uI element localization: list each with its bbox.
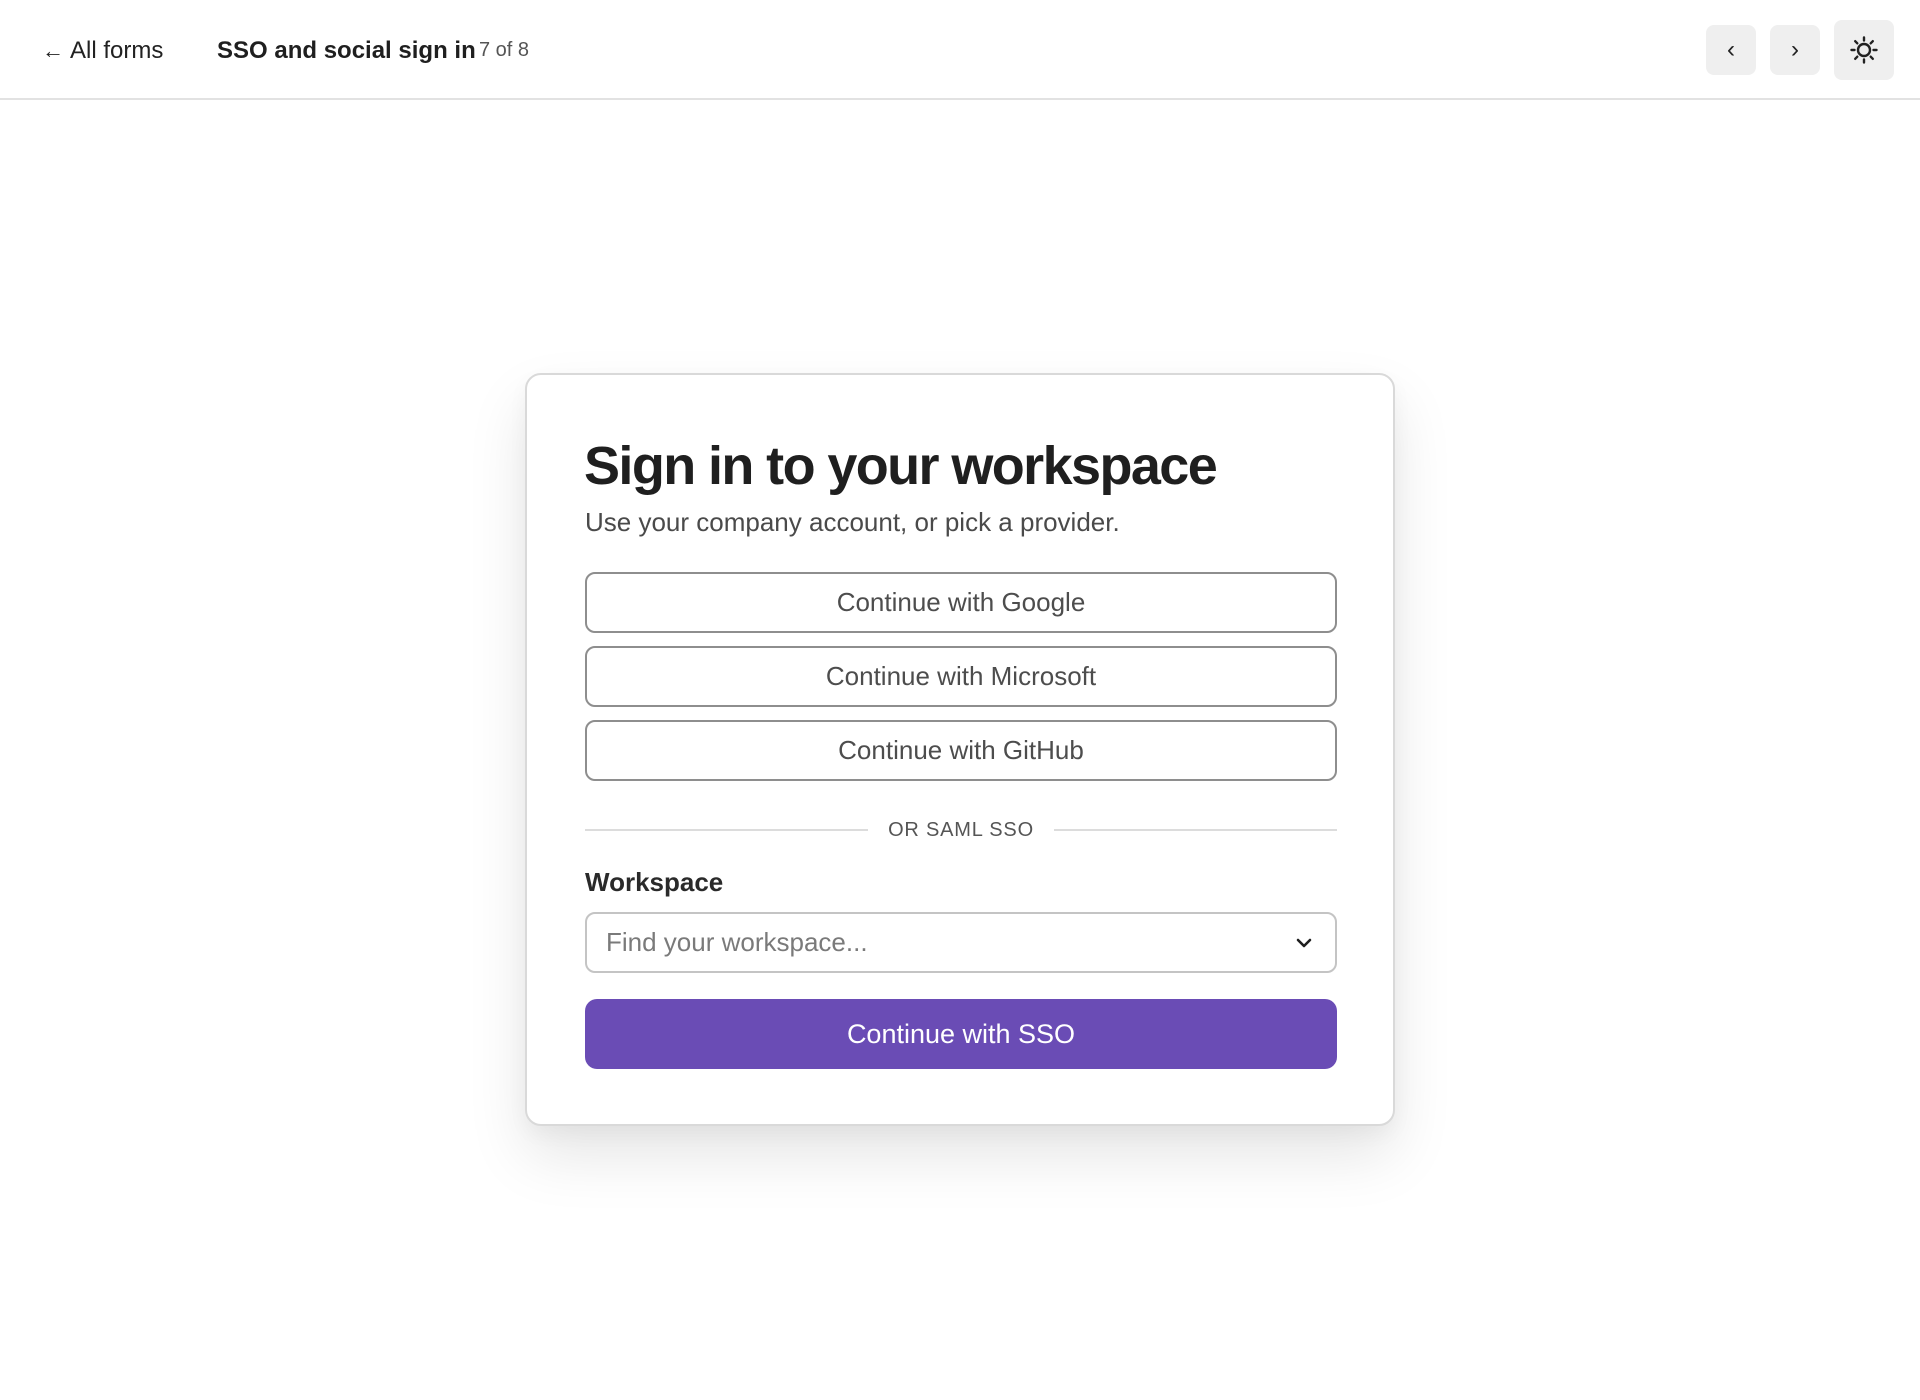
top-bar: ← All forms SSO and social sign in 7 of … (0, 0, 1920, 100)
workspace-input[interactable] (587, 914, 1335, 971)
form-title: SSO and social sign in (217, 37, 476, 64)
continue-with-google-button[interactable]: Continue with Google (585, 572, 1337, 633)
sun-icon (1850, 36, 1878, 64)
back-to-all-forms-link[interactable]: ← All forms (42, 36, 163, 66)
divider-label: OR SAML SSO (888, 818, 1034, 841)
workspace-label: Workspace (585, 867, 724, 897)
divider-line-left (585, 829, 869, 831)
chevron-left-icon: ‹ (1727, 36, 1735, 63)
continue-with-microsoft-button[interactable]: Continue with Microsoft (585, 646, 1337, 707)
or-saml-divider: OR SAML SSO (585, 815, 1337, 845)
back-link-label: All forms (70, 37, 164, 64)
divider-line-right (1053, 829, 1337, 831)
workspace-select[interactable] (585, 912, 1337, 973)
form-counter: 7 of 8 (479, 39, 530, 61)
continue-with-github-button[interactable]: Continue with GitHub (585, 720, 1337, 781)
next-form-button[interactable]: › (1770, 25, 1820, 75)
chevron-right-icon: › (1791, 36, 1799, 63)
card-subtitle: Use your company account, or pick a prov… (585, 507, 1120, 537)
chevron-down-icon (1296, 938, 1312, 948)
card-title: Sign in to your workspace (584, 436, 1218, 496)
theme-toggle-button[interactable] (1834, 20, 1894, 80)
previous-form-button[interactable]: ‹ (1706, 25, 1756, 75)
sign-in-card: Sign in to your workspace Use your compa… (525, 373, 1395, 1126)
continue-with-sso-button[interactable]: Continue with SSO (585, 999, 1337, 1069)
arrow-left-icon: ← (42, 38, 64, 63)
